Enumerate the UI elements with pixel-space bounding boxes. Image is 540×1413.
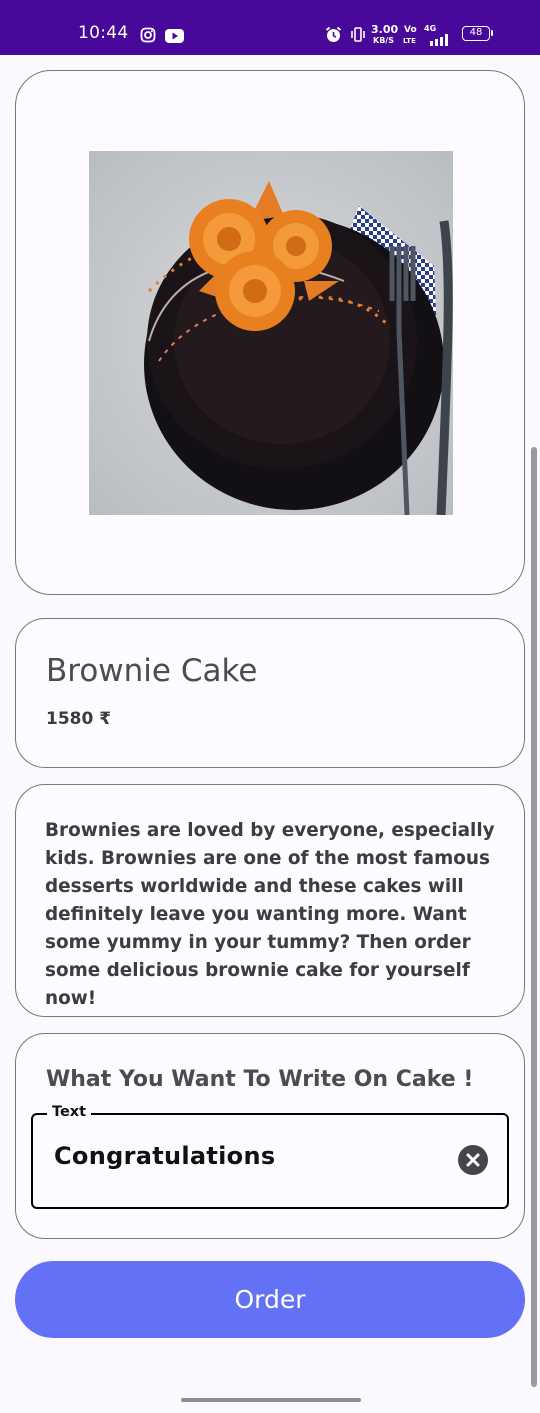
product-title: Brownie Cake — [46, 653, 258, 689]
navigation-bar — [0, 1390, 540, 1413]
product-price: 1580 ₹ — [46, 709, 112, 729]
product-info-card: Brownie Cake 1580 ₹ — [15, 618, 525, 768]
net-speed-value: 3.00 — [371, 23, 399, 36]
cake-message-card: What You Want To Write On Cake ! Text Co… — [15, 1033, 525, 1239]
youtube-icon — [165, 28, 184, 47]
home-gesture-handle[interactable] — [181, 1398, 361, 1402]
clear-icon[interactable] — [458, 1145, 488, 1175]
cake-message-title: What You Want To Write On Cake ! — [46, 1067, 474, 1092]
status-time: 10:44 — [78, 23, 129, 43]
order-button[interactable]: Order — [15, 1261, 525, 1338]
instagram-icon — [140, 27, 156, 47]
cake-message-value[interactable]: Congratulations — [54, 1142, 275, 1170]
alarm-icon — [325, 26, 342, 47]
vibrate-icon — [350, 27, 366, 46]
product-description-card: Brownies are loved by everyone, especial… — [15, 784, 525, 1017]
battery-indicator: 48 — [462, 26, 493, 41]
volte-top: Vo — [404, 25, 417, 35]
status-bar: 10:44 3.00 KB/S Vo LTE 4G 48 — [0, 0, 540, 55]
cake-message-label: Text — [47, 1104, 92, 1120]
product-description: Brownies are loved by everyone, especial… — [45, 820, 495, 1009]
volte-bottom: LTE — [403, 37, 416, 45]
scrollbar[interactable] — [531, 447, 537, 1387]
signal-icon — [430, 31, 454, 50]
product-image-card — [15, 70, 525, 595]
cake-message-input[interactable]: Text Congratulations — [31, 1104, 509, 1209]
cake-image — [89, 151, 453, 515]
net-speed-unit: KB/S — [373, 36, 394, 45]
